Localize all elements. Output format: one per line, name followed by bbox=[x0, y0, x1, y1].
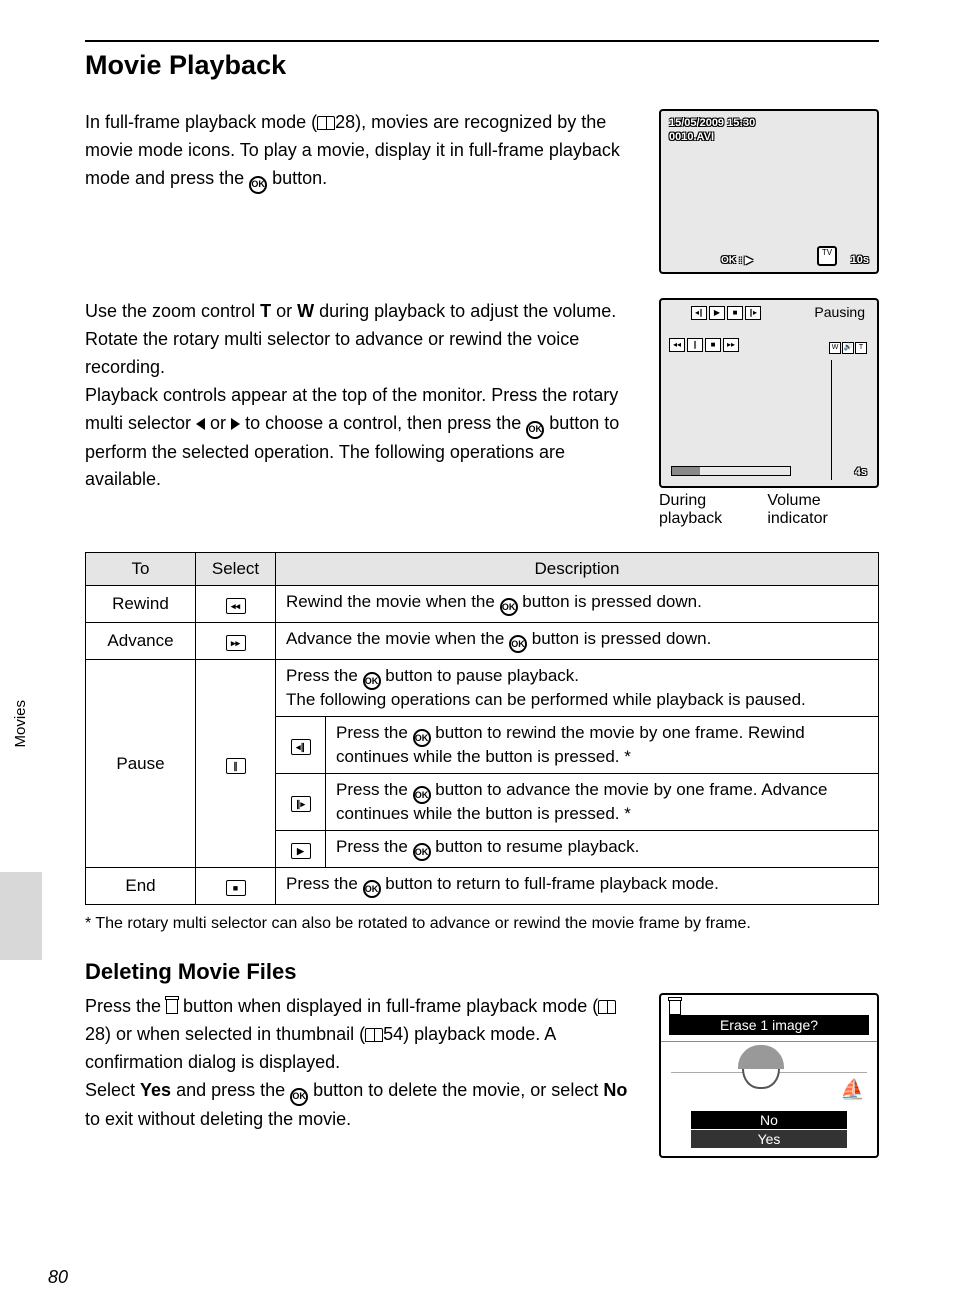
book-icon bbox=[365, 1028, 383, 1042]
ok-icon: OK bbox=[526, 421, 544, 439]
right-arrow-icon bbox=[231, 418, 240, 430]
stop-icon: ■ bbox=[226, 880, 246, 896]
left-arrow-icon bbox=[196, 418, 205, 430]
advance-frame-icon: ∥▸ bbox=[745, 306, 761, 320]
ok-icon: OK bbox=[509, 635, 527, 653]
controls-table: To Select Description Rewind ◂◂ Rewind t… bbox=[85, 552, 879, 905]
book-icon bbox=[317, 116, 335, 130]
ok-icon: OK bbox=[363, 672, 381, 690]
pause-icon: ∥ bbox=[687, 338, 703, 352]
ok-icon: OK bbox=[363, 880, 381, 898]
rewind-frame-icon: ◂∥ bbox=[291, 739, 311, 755]
tv-mode-icon: TV bbox=[817, 246, 837, 266]
boat-illustration: ⛵ bbox=[840, 1077, 865, 1102]
trash-icon bbox=[669, 1001, 681, 1015]
manual-page: Movies 80 Movie Playback In full-frame p… bbox=[0, 0, 954, 1314]
person-illustration bbox=[731, 1045, 791, 1115]
rewind-icon: ◂◂ bbox=[669, 338, 685, 352]
volume-indicator: W🔊T bbox=[829, 342, 867, 354]
delete-option-no: No bbox=[691, 1111, 847, 1129]
ok-icon: OK bbox=[249, 176, 267, 194]
side-tab-label: Movies bbox=[12, 700, 29, 820]
stop-icon: ■ bbox=[727, 306, 743, 320]
deleting-heading: Deleting Movie Files bbox=[85, 959, 879, 985]
playback-screen-2: ◂∥ ▶ ■ ∥▸ Pausing ◂◂ ∥ ■ ▸▸ W🔊T bbox=[659, 298, 879, 528]
playback-screen-1: 15/05/2009 15:30 0010.AVI 10s TV OK : ▶ bbox=[659, 109, 879, 274]
ok-icon: OK bbox=[413, 729, 431, 747]
table-row: Advance ▸▸ Advance the movie when the OK… bbox=[86, 623, 879, 660]
progress-bar bbox=[671, 466, 791, 476]
ok-icon: OK bbox=[500, 598, 518, 616]
play-icon: ▶ bbox=[291, 843, 311, 859]
intro-paragraph: In full-frame playback mode (28), movies… bbox=[85, 109, 635, 194]
play-icon: ▶ bbox=[709, 306, 725, 320]
ok-icon: OK bbox=[413, 786, 431, 804]
caption-playback: During playback bbox=[659, 492, 767, 528]
delete-option-yes: Yes bbox=[691, 1130, 847, 1148]
trash-icon bbox=[166, 1000, 178, 1014]
rewind-icon: ◂◂ bbox=[226, 598, 246, 614]
advance-icon: ▸▸ bbox=[723, 338, 739, 352]
deleting-paragraph: Press the button when displayed in full-… bbox=[85, 993, 635, 1134]
table-row: End ■ Press the OK button to return to f… bbox=[86, 868, 879, 905]
advance-icon: ▸▸ bbox=[226, 635, 246, 651]
side-tab: Movies bbox=[0, 820, 42, 960]
rewind-frame-icon: ◂∥ bbox=[691, 306, 707, 320]
instructions-paragraph: Use the zoom control T or W during playb… bbox=[85, 298, 635, 494]
stop-icon: ■ bbox=[705, 338, 721, 352]
ok-icon: OK bbox=[413, 843, 431, 861]
page-title: Movie Playback bbox=[85, 50, 879, 81]
advance-frame-icon: ∥▸ bbox=[291, 796, 311, 812]
page-number: 80 bbox=[48, 1267, 68, 1288]
pause-icon: ∥ bbox=[226, 758, 246, 774]
delete-confirmation-screen: Erase 1 image? ⛵ No Yes bbox=[659, 993, 879, 1158]
ok-icon: OK bbox=[290, 1088, 308, 1106]
table-row: Pause ∥ Press the OK button to pause pla… bbox=[86, 660, 879, 717]
table-row: Rewind ◂◂ Rewind the movie when the OK b… bbox=[86, 586, 879, 623]
caption-volume: Volume indicator bbox=[767, 492, 879, 528]
book-icon bbox=[598, 1000, 616, 1014]
footnote: * The rotary multi selector can also be … bbox=[85, 915, 879, 933]
